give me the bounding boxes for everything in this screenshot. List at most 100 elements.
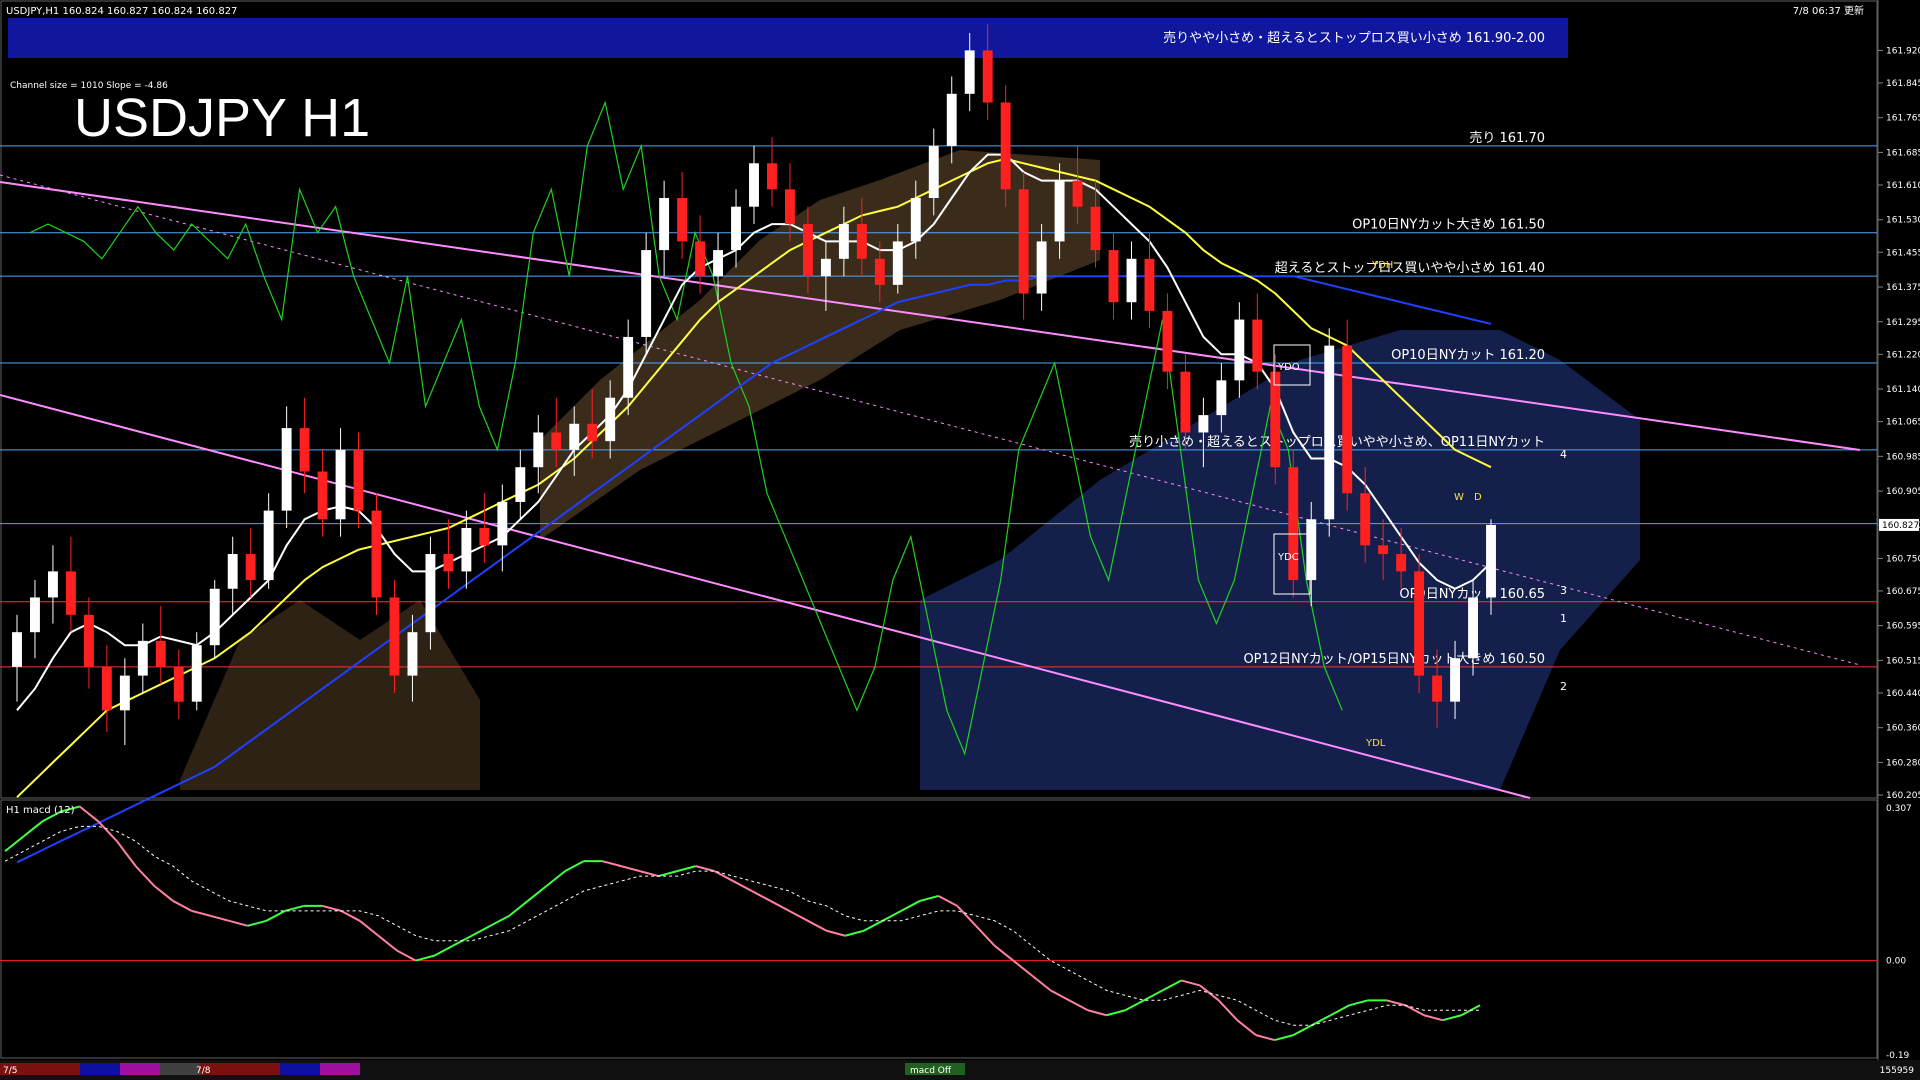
- timestamp: 7/8 06:37 更新: [1793, 4, 1864, 17]
- candle-body: [802, 224, 813, 277]
- level-label: 超えるとストップロス買いやや小さめ 161.40: [1275, 261, 1545, 276]
- candle-body: [767, 163, 777, 190]
- axis-tick-label: 161.765: [1886, 114, 1920, 124]
- candle-body: [677, 198, 688, 242]
- candle-body: [731, 206, 741, 251]
- level-label: OP12日NYカット/OP15日NYカット大きめ 160.50: [1243, 652, 1545, 667]
- candle-body: [83, 614, 94, 667]
- candle-body: [1234, 319, 1245, 381]
- level-label: 売り小さめ・超えるとストップロス買いやや小さめ、OP11日NYカット: [1129, 434, 1545, 450]
- candle-body: [605, 397, 616, 442]
- candle-body: [1000, 102, 1011, 190]
- candle-body: [335, 449, 346, 520]
- candle-body: [838, 224, 849, 259]
- footer-tab: [320, 1063, 360, 1075]
- candle-body: [1288, 467, 1299, 581]
- axis-tick-label: 160.440: [1886, 689, 1920, 699]
- candle-body: [892, 241, 903, 285]
- candle-body: [1432, 675, 1443, 702]
- candle-body: [389, 597, 400, 676]
- axis-tick-label: 161.140: [1886, 385, 1920, 395]
- candle-body: [65, 571, 76, 615]
- candle-body: [47, 571, 58, 598]
- footer-date: 7/8: [196, 1066, 211, 1076]
- candle-body: [641, 250, 652, 337]
- axis-tick-label: 160.205: [1886, 791, 1920, 801]
- axis-tick-label: 161.220: [1886, 350, 1920, 360]
- candle-body: [353, 449, 364, 511]
- axis-tick-label: 160.750: [1886, 554, 1920, 564]
- candle-body: [173, 666, 184, 702]
- candle-body: [1468, 597, 1478, 659]
- footer-tab: [80, 1063, 120, 1075]
- axis-tick-label: 160.985: [1886, 452, 1920, 462]
- candle-body: [1450, 658, 1461, 702]
- candle-body: [1360, 493, 1371, 546]
- indicator-tag: macd Off: [910, 1066, 952, 1076]
- candle-body: [443, 554, 454, 572]
- candle-body: [263, 510, 274, 581]
- candle-body: [1036, 241, 1047, 294]
- candle-body: [1270, 371, 1281, 468]
- candle-body: [227, 554, 238, 589]
- candle-body: [191, 645, 202, 702]
- axis-tick-label: 160.360: [1886, 724, 1920, 734]
- candle-body: [1396, 554, 1407, 572]
- macd-title: H1 macd (12): [6, 805, 75, 816]
- candle-body: [946, 93, 957, 146]
- level-label: 売り 161.70: [1469, 130, 1545, 146]
- candle-body: [1378, 545, 1389, 555]
- axis-tick-label: 161.685: [1886, 148, 1920, 158]
- wave-label: 3: [1560, 584, 1567, 597]
- box-label: YDO: [1277, 362, 1300, 373]
- level-label: 売りやや小さめ・超えるとストップロス買い小さめ 161.90-2.00: [1163, 30, 1545, 46]
- candle-body: [1324, 345, 1335, 520]
- box-label: W: [1454, 492, 1464, 503]
- candle-body: [551, 432, 562, 450]
- big-title: USDJPY H1: [74, 88, 370, 148]
- axis-tick-label: 161.455: [1886, 248, 1920, 258]
- candle-body: [695, 241, 706, 277]
- candle-body: [155, 640, 166, 667]
- footer-tab: [240, 1063, 280, 1075]
- candle-body: [497, 501, 508, 546]
- candle-body: [245, 554, 256, 581]
- candle-body: [1018, 189, 1029, 294]
- candle-body: [30, 597, 40, 633]
- footer-bar: 7/5 7/8 macd Off 155959: [0, 1060, 1920, 1080]
- candle-body: [1414, 571, 1425, 676]
- axis-tick-label: 161.530: [1886, 216, 1920, 226]
- axis-tick-label: 160.280: [1886, 758, 1920, 768]
- candle-body: [874, 258, 885, 285]
- candle-body: [659, 198, 670, 251]
- footer-tab: [120, 1063, 160, 1075]
- wave-label: 2: [1560, 680, 1567, 693]
- candle-body: [964, 50, 975, 94]
- footer-tab: [40, 1063, 80, 1075]
- candle-body: [910, 198, 921, 242]
- box-label: YDH: [1371, 260, 1393, 271]
- candle-body: [785, 189, 795, 225]
- symbol-info: USDJPY,H1 160.824 160.827 160.824 160.82…: [6, 6, 237, 17]
- candle-body: [1198, 415, 1209, 433]
- axis-tick-label: 161.610: [1886, 181, 1920, 191]
- chart-stage: 売りやや小さめ・超えるとストップロス買い小さめ 161.90-2.00 売り 16…: [0, 0, 1920, 1080]
- candle-body: [1126, 258, 1137, 303]
- candle-body: [623, 336, 634, 398]
- axis-tick-label: 161.375: [1886, 283, 1920, 293]
- candle-body: [713, 250, 723, 277]
- candle-body: [425, 554, 436, 633]
- candle-body: [1162, 310, 1173, 372]
- candle-body: [119, 675, 130, 711]
- footer-right: 155959: [1880, 1066, 1915, 1076]
- candle-body: [371, 510, 382, 598]
- candle-body: [479, 527, 490, 546]
- box-label: YDL: [1365, 738, 1386, 749]
- level-label: OP10日NYカット 161.20: [1391, 348, 1545, 363]
- candle-body: [12, 632, 22, 667]
- macd-axis-label: 0.00: [1886, 957, 1906, 967]
- candle-body: [299, 428, 310, 472]
- candle-body: [1144, 258, 1155, 311]
- candle-body: [587, 423, 598, 442]
- candle-body: [407, 632, 418, 676]
